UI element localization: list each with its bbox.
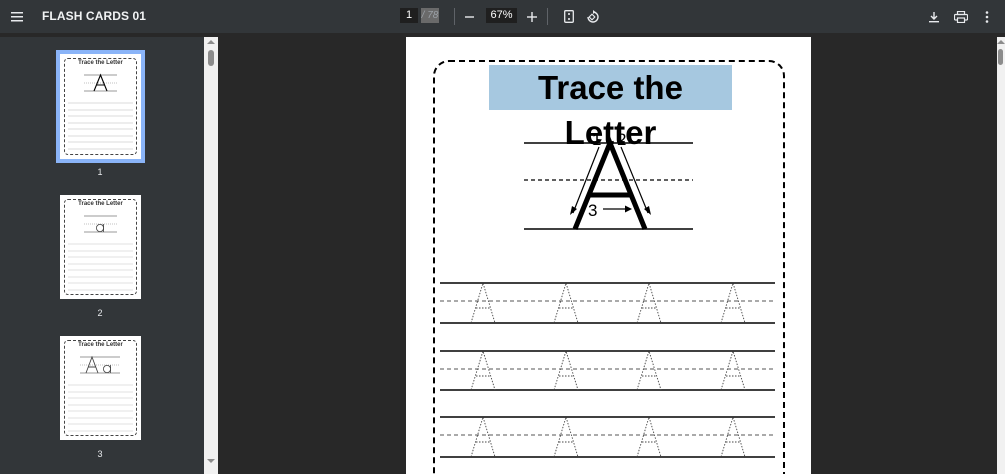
page-number-input[interactable]: 1 xyxy=(400,8,418,23)
arrow-right-icon xyxy=(625,205,632,213)
tracing-rows xyxy=(440,282,775,458)
zoom-out-icon[interactable] xyxy=(462,0,478,33)
divider xyxy=(547,8,548,25)
letter-diagram xyxy=(440,136,775,458)
scrollbar-thumb[interactable] xyxy=(998,49,1003,65)
sidebar-scrollbar[interactable] xyxy=(204,37,218,474)
zoom-in-icon[interactable] xyxy=(524,0,540,33)
fit-page-icon[interactable] xyxy=(561,0,577,33)
thumbnail-content xyxy=(68,73,133,150)
document-viewer: Trace the Letter 1 2 3 xyxy=(218,37,1005,474)
letter-a-strokes xyxy=(572,136,648,230)
stroke-number-2: 2 xyxy=(617,130,627,149)
arrow-down-left-icon xyxy=(570,206,577,215)
stroke-number-3: 3 xyxy=(588,201,598,220)
main-scrollbar[interactable] xyxy=(997,37,1005,474)
thumbnail-content xyxy=(68,355,133,432)
zoom-input[interactable]: 67% xyxy=(486,8,517,23)
print-icon[interactable] xyxy=(952,0,970,33)
pdf-toolbar: FLASH CARDS 01 1 / 78 67% xyxy=(0,0,1005,33)
thumbnail-number: 1 xyxy=(97,167,103,177)
more-vert-icon[interactable] xyxy=(980,0,994,33)
pdf-page: Trace the Letter 1 2 3 xyxy=(406,37,811,474)
thumbnail-page-3[interactable]: Trace the Letter xyxy=(60,336,141,440)
rotate-icon[interactable] xyxy=(584,0,602,33)
menu-icon[interactable] xyxy=(8,0,28,33)
thumbnail-sidebar: Trace the Letter 1 Trace the Letter 2 Tr… xyxy=(0,37,204,474)
thumbnail-number: 3 xyxy=(97,449,103,459)
page-total: / 78 xyxy=(421,8,439,23)
scrollbar-thumb[interactable] xyxy=(208,50,214,66)
thumbnail-page-1[interactable]: Trace the Letter xyxy=(56,50,145,163)
stroke-number-1: 1 xyxy=(592,130,602,149)
divider xyxy=(454,8,455,25)
scroll-up-icon[interactable] xyxy=(997,39,1005,45)
scroll-down-icon[interactable] xyxy=(207,458,215,464)
thumbnail-number: 2 xyxy=(97,308,103,318)
thumbnail-content xyxy=(68,215,133,291)
scroll-up-icon[interactable] xyxy=(207,39,215,45)
dotted-letters xyxy=(470,281,746,458)
download-icon[interactable] xyxy=(926,0,942,33)
thumbnail-page-2[interactable]: Trace the Letter xyxy=(60,195,141,299)
document-title: FLASH CARDS 01 xyxy=(42,9,147,23)
